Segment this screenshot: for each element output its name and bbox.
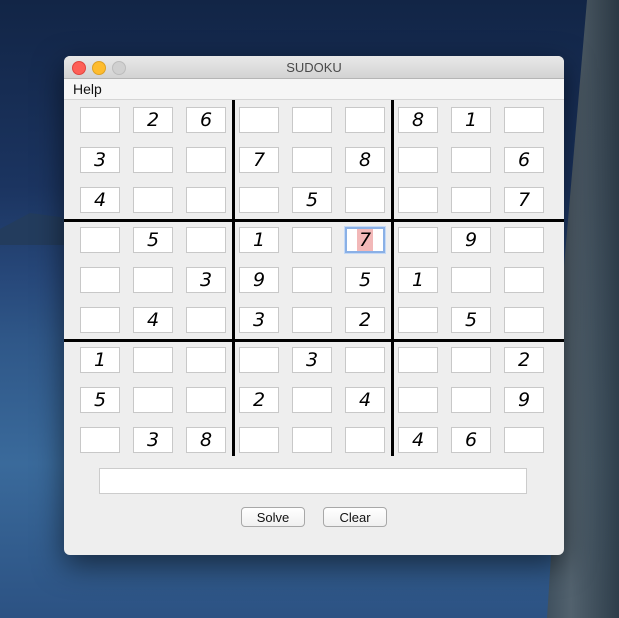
- sudoku-cell-r7-c9[interactable]: 2: [504, 347, 544, 373]
- sudoku-cell-r4-c8[interactable]: 9: [451, 227, 491, 253]
- sudoku-cell-r4-c4[interactable]: 1: [239, 227, 279, 253]
- sudoku-cell-r8-c3[interactable]: [186, 387, 226, 413]
- menu-bar: Help: [64, 79, 564, 100]
- sudoku-cell-r1-c7[interactable]: 8: [398, 107, 438, 133]
- sudoku-cell-r2-c7[interactable]: [398, 147, 438, 173]
- sudoku-cell-r8-c2[interactable]: [133, 387, 173, 413]
- sudoku-cell-r9-c3[interactable]: 8: [186, 427, 226, 453]
- sudoku-cell-r9-c6[interactable]: [345, 427, 385, 453]
- sudoku-cell-r1-c9[interactable]: [504, 107, 544, 133]
- sudoku-cell-r7-c8[interactable]: [451, 347, 491, 373]
- box-divider-h2: [64, 339, 564, 342]
- sudoku-cell-r7-c1[interactable]: 1: [80, 347, 120, 373]
- selected-text: 7: [356, 229, 374, 251]
- sudoku-cell-r8-c1[interactable]: 5: [80, 387, 120, 413]
- sudoku-cell-r4-c6[interactable]: 7: [345, 227, 385, 253]
- sudoku-cell-r7-c2[interactable]: [133, 347, 173, 373]
- sudoku-cell-r5-c1[interactable]: [80, 267, 120, 293]
- clear-button[interactable]: Clear: [323, 507, 387, 527]
- sudoku-cell-r9-c9[interactable]: [504, 427, 544, 453]
- sudoku-cell-r1-c1[interactable]: [80, 107, 120, 133]
- sudoku-cell-r7-c4[interactable]: [239, 347, 279, 373]
- sudoku-cell-r8-c5[interactable]: [292, 387, 332, 413]
- sudoku-cell-r1-c8[interactable]: 1: [451, 107, 491, 133]
- sudoku-cell-r5-c7[interactable]: 1: [398, 267, 438, 293]
- sudoku-cell-r9-c4[interactable]: [239, 427, 279, 453]
- status-field[interactable]: [99, 468, 527, 494]
- sudoku-cell-r3-c4[interactable]: [239, 187, 279, 213]
- sudoku-cell-r2-c4[interactable]: 7: [239, 147, 279, 173]
- box-divider-h1: [64, 219, 564, 222]
- sudoku-cell-r6-c5[interactable]: [292, 307, 332, 333]
- sudoku-cell-r6-c1[interactable]: [80, 307, 120, 333]
- sudoku-cell-r2-c5[interactable]: [292, 147, 332, 173]
- sudoku-cell-r2-c9[interactable]: 6: [504, 147, 544, 173]
- menu-help[interactable]: Help: [64, 79, 111, 99]
- sudoku-cell-r8-c8[interactable]: [451, 387, 491, 413]
- sudoku-cell-r3-c6[interactable]: [345, 187, 385, 213]
- sudoku-cell-r2-c8[interactable]: [451, 147, 491, 173]
- sudoku-cell-r5-c9[interactable]: [504, 267, 544, 293]
- sudoku-cell-r1-c4[interactable]: [239, 107, 279, 133]
- sudoku-cell-r6-c3[interactable]: [186, 307, 226, 333]
- title-bar[interactable]: SUDOKU: [64, 56, 564, 79]
- sudoku-cell-r3-c9[interactable]: 7: [504, 187, 544, 213]
- sudoku-cell-r9-c8[interactable]: 6: [451, 427, 491, 453]
- sudoku-cell-r6-c6[interactable]: 2: [345, 307, 385, 333]
- sudoku-cell-r8-c6[interactable]: 4: [345, 387, 385, 413]
- sudoku-cell-r9-c1[interactable]: [80, 427, 120, 453]
- sudoku-cell-r3-c5[interactable]: 5: [292, 187, 332, 213]
- sudoku-cell-r5-c5[interactable]: [292, 267, 332, 293]
- sudoku-cell-r5-c2[interactable]: [133, 267, 173, 293]
- sudoku-cell-r3-c7[interactable]: [398, 187, 438, 213]
- sudoku-cell-r7-c6[interactable]: [345, 347, 385, 373]
- sudoku-cell-r9-c2[interactable]: 3: [133, 427, 173, 453]
- sudoku-cell-r2-c1[interactable]: 3: [80, 147, 120, 173]
- sudoku-cell-r4-c5[interactable]: [292, 227, 332, 253]
- sudoku-cell-r6-c7[interactable]: [398, 307, 438, 333]
- sudoku-cell-r5-c8[interactable]: [451, 267, 491, 293]
- sudoku-cell-r9-c5[interactable]: [292, 427, 332, 453]
- sudoku-cell-r2-c2[interactable]: [133, 147, 173, 173]
- sudoku-board: 2681378645751793951432513252493846: [64, 100, 564, 456]
- sudoku-cell-r6-c8[interactable]: 5: [451, 307, 491, 333]
- sudoku-cell-r8-c7[interactable]: [398, 387, 438, 413]
- sudoku-cell-r1-c2[interactable]: 2: [133, 107, 173, 133]
- sudoku-cell-r6-c4[interactable]: 3: [239, 307, 279, 333]
- sudoku-cell-r4-c3[interactable]: [186, 227, 226, 253]
- sudoku-cell-r1-c3[interactable]: 6: [186, 107, 226, 133]
- sudoku-cell-r4-c2[interactable]: 5: [133, 227, 173, 253]
- sudoku-cell-r4-c7[interactable]: [398, 227, 438, 253]
- sudoku-cell-r3-c3[interactable]: [186, 187, 226, 213]
- sudoku-cell-r6-c2[interactable]: 4: [133, 307, 173, 333]
- sudoku-cell-r7-c7[interactable]: [398, 347, 438, 373]
- box-divider-v1: [232, 100, 235, 456]
- sudoku-cell-r2-c3[interactable]: [186, 147, 226, 173]
- sudoku-cell-r3-c2[interactable]: [133, 187, 173, 213]
- sudoku-cell-r5-c3[interactable]: 3: [186, 267, 226, 293]
- sudoku-cell-r7-c3[interactable]: [186, 347, 226, 373]
- sudoku-window: SUDOKU Help 2681378645751793951432513252…: [64, 56, 564, 555]
- sudoku-cell-r1-c5[interactable]: [292, 107, 332, 133]
- sudoku-cell-r3-c8[interactable]: [451, 187, 491, 213]
- sudoku-cell-r3-c1[interactable]: 4: [80, 187, 120, 213]
- sudoku-cell-r5-c6[interactable]: 5: [345, 267, 385, 293]
- sudoku-cell-r5-c4[interactable]: 9: [239, 267, 279, 293]
- solve-button[interactable]: Solve: [241, 507, 305, 527]
- sudoku-cell-r1-c6[interactable]: [345, 107, 385, 133]
- sudoku-cell-r8-c4[interactable]: 2: [239, 387, 279, 413]
- sudoku-cell-r8-c9[interactable]: 9: [504, 387, 544, 413]
- sudoku-cell-r9-c7[interactable]: 4: [398, 427, 438, 453]
- sudoku-cell-r7-c5[interactable]: 3: [292, 347, 332, 373]
- box-divider-v2: [391, 100, 394, 456]
- sudoku-cell-r4-c1[interactable]: [80, 227, 120, 253]
- sudoku-cell-r4-c9[interactable]: [504, 227, 544, 253]
- sudoku-cell-r6-c9[interactable]: [504, 307, 544, 333]
- sudoku-cell-r2-c6[interactable]: 8: [345, 147, 385, 173]
- window-title: SUDOKU: [286, 60, 342, 75]
